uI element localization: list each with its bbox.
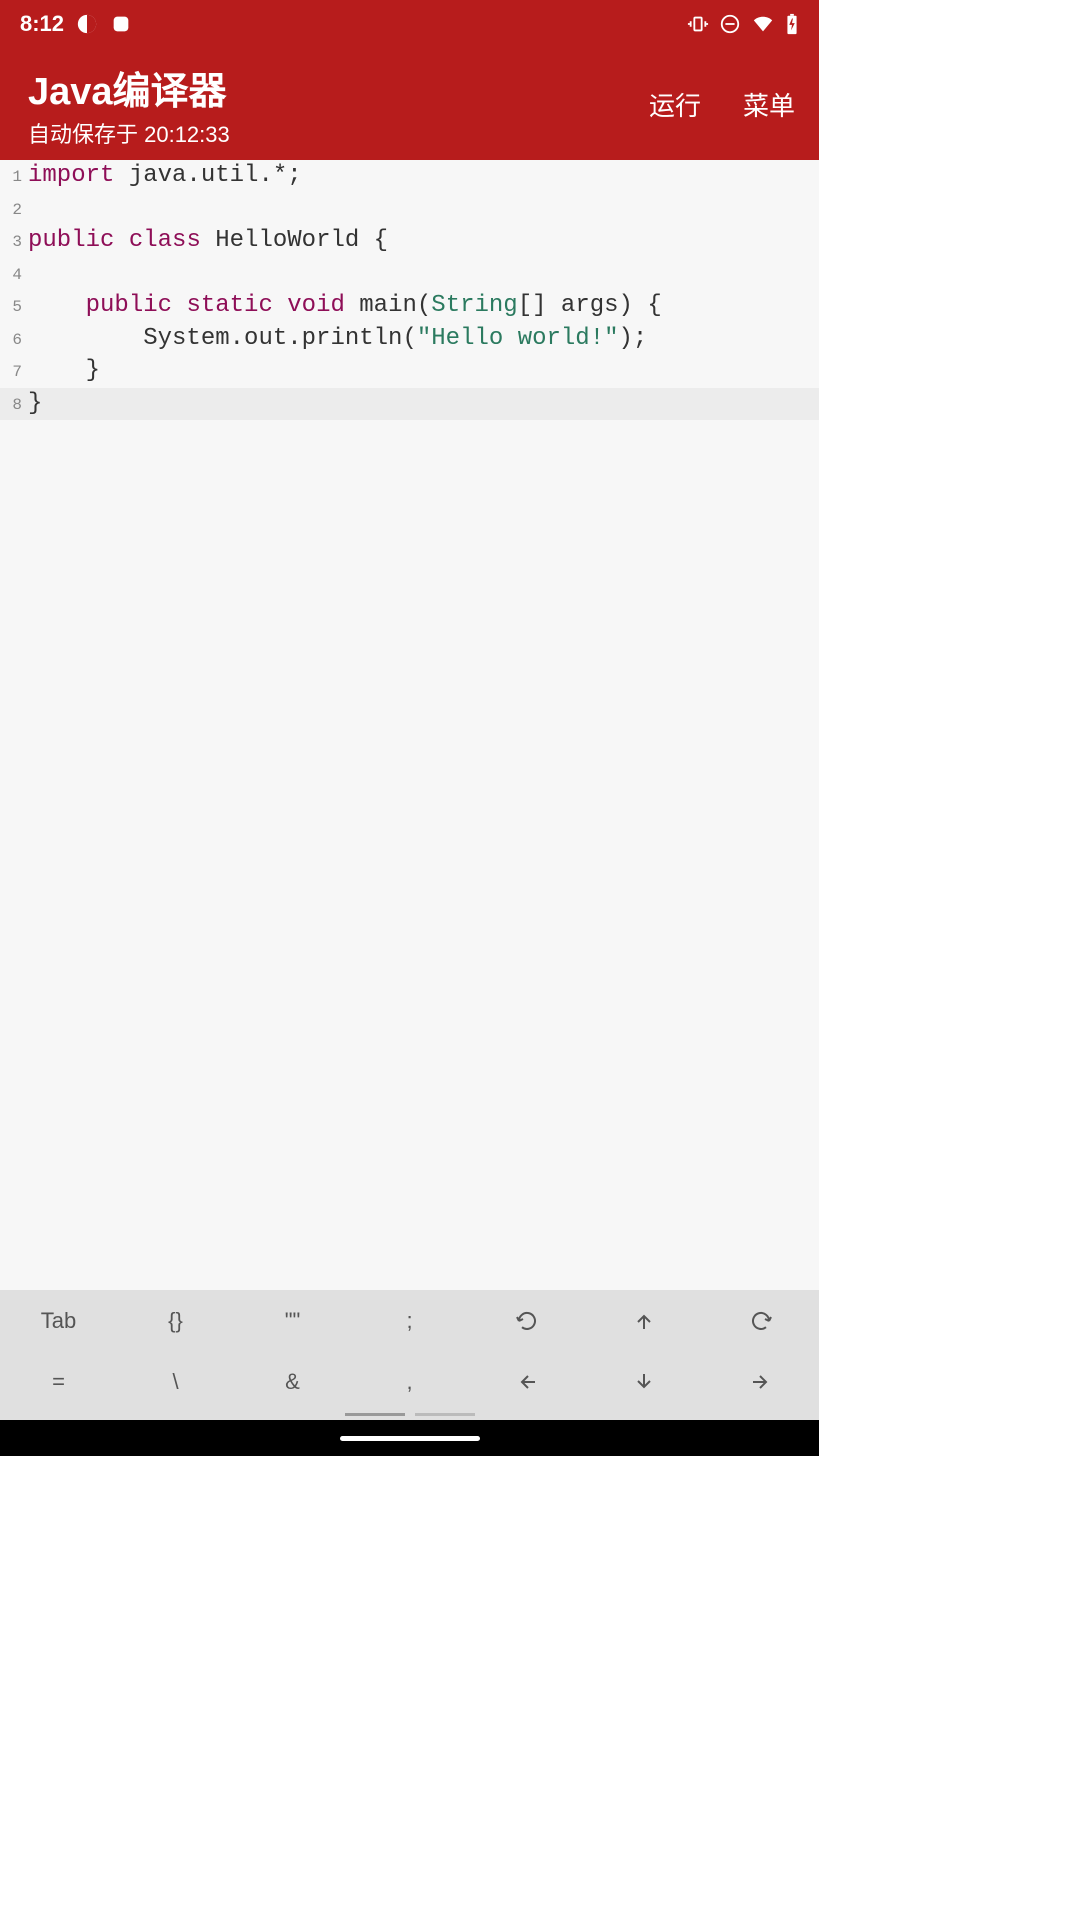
keyboard-toolbar: Tab {} "" ; = \ & , xyxy=(0,1290,819,1420)
line-content: } xyxy=(22,355,100,388)
equals-key[interactable]: = xyxy=(0,1352,117,1414)
line-number: 2 xyxy=(0,193,22,226)
arrow-right-icon xyxy=(749,1370,773,1394)
undo-key[interactable] xyxy=(468,1290,585,1352)
redo-icon xyxy=(749,1309,773,1333)
status-time: 8:12 xyxy=(20,11,64,37)
line-number: 7 xyxy=(0,355,22,388)
code-line[interactable]: 3public class HelloWorld { xyxy=(0,225,819,258)
app-title: Java编译器 xyxy=(28,60,230,115)
line-number: 6 xyxy=(0,323,22,356)
line-number: 8 xyxy=(0,388,22,421)
app-bar-actions: 运行 菜单 xyxy=(649,86,795,123)
app-icon-1 xyxy=(76,13,98,35)
run-button[interactable]: 运行 xyxy=(649,86,701,123)
code-line[interactable]: 5 public static void main(String[] args)… xyxy=(0,290,819,323)
arrow-up-icon xyxy=(632,1309,656,1333)
arrow-left-icon xyxy=(515,1370,539,1394)
code-line[interactable]: 6 System.out.println("Hello world!"); xyxy=(0,323,819,356)
dnd-icon xyxy=(719,13,741,35)
arrow-down-icon xyxy=(632,1370,656,1394)
arrow-up-key[interactable] xyxy=(585,1290,702,1352)
line-content xyxy=(22,258,28,291)
ampersand-key[interactable]: & xyxy=(234,1352,351,1414)
line-content: import java.util.*; xyxy=(22,160,302,193)
line-content: System.out.println("Hello world!"); xyxy=(22,323,647,356)
nav-indicator[interactable] xyxy=(340,1436,480,1441)
app-bar: Java编译器 自动保存于 20:12:33 运行 菜单 xyxy=(0,48,819,160)
scroll-dash-inactive xyxy=(415,1413,475,1416)
code-editor[interactable]: 1import java.util.*;23public class Hello… xyxy=(0,160,819,1290)
app-bar-titles: Java编译器 自动保存于 20:12:33 xyxy=(28,60,230,149)
line-content: public static void main(String[] args) { xyxy=(22,290,662,323)
code-line[interactable]: 2 xyxy=(0,193,819,226)
app-icon-2 xyxy=(110,13,132,35)
app-subtitle: 自动保存于 20:12:33 xyxy=(28,117,230,149)
scroll-indicator xyxy=(0,1413,819,1420)
status-right xyxy=(687,13,799,35)
redo-key[interactable] xyxy=(702,1290,819,1352)
arrow-left-key[interactable] xyxy=(468,1352,585,1414)
line-content: } xyxy=(22,388,42,421)
wifi-icon xyxy=(751,13,775,35)
line-number: 5 xyxy=(0,290,22,323)
scroll-dash-active xyxy=(345,1413,405,1416)
battery-icon xyxy=(785,13,799,35)
status-bar: 8:12 xyxy=(0,0,819,48)
line-content: public class HelloWorld { xyxy=(22,225,388,258)
menu-button[interactable]: 菜单 xyxy=(743,86,795,123)
undo-icon xyxy=(515,1309,539,1333)
status-left: 8:12 xyxy=(20,11,132,37)
line-content xyxy=(22,193,28,226)
braces-key[interactable]: {} xyxy=(117,1290,234,1352)
keyboard-row-2: = \ & , xyxy=(0,1352,819,1414)
code-line[interactable]: 4 xyxy=(0,258,819,291)
comma-key[interactable]: , xyxy=(351,1352,468,1414)
code-line[interactable]: 1import java.util.*; xyxy=(0,160,819,193)
quotes-key[interactable]: "" xyxy=(234,1290,351,1352)
semicolon-key[interactable]: ; xyxy=(351,1290,468,1352)
nav-bar xyxy=(0,1420,819,1456)
code-line[interactable]: 7 } xyxy=(0,355,819,388)
line-number: 4 xyxy=(0,258,22,291)
line-number: 3 xyxy=(0,225,22,258)
arrow-right-key[interactable] xyxy=(702,1352,819,1414)
tab-key[interactable]: Tab xyxy=(0,1290,117,1352)
keyboard-row-1: Tab {} "" ; xyxy=(0,1290,819,1352)
line-number: 1 xyxy=(0,160,22,193)
backslash-key[interactable]: \ xyxy=(117,1352,234,1414)
code-line[interactable]: 8} xyxy=(0,388,819,421)
arrow-down-key[interactable] xyxy=(585,1352,702,1414)
vibrate-icon xyxy=(687,13,709,35)
